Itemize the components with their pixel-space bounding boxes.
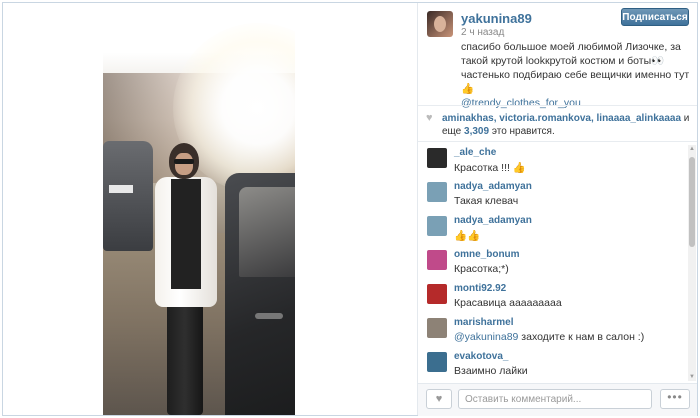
photo-car-window bbox=[239, 187, 295, 277]
comment-item: nadya_adamyan 👍👍 bbox=[418, 212, 686, 246]
comment-username[interactable]: monti92.92 bbox=[454, 283, 506, 294]
comment-username[interactable]: _ale_che bbox=[454, 147, 496, 158]
comment-text: Красотка !!! 👍 bbox=[454, 162, 526, 174]
likes-summary: ♥ aminakhas, victoria.romankova, linaaaa… bbox=[418, 108, 697, 138]
username-link[interactable]: yakunina89 bbox=[461, 11, 532, 26]
photo-area bbox=[3, 3, 416, 415]
photo-woman-face bbox=[175, 153, 193, 175]
scroll-down-icon[interactable]: ▼ bbox=[688, 373, 696, 381]
more-options-button[interactable]: ••• bbox=[660, 389, 690, 409]
comments-list: _ale_che Красотка !!! 👍 nadya_adamyan Такая… bbox=[418, 144, 686, 382]
post-caption: спасибо большое моей любимой Лизочке, за… bbox=[461, 40, 691, 110]
comment-text: 👍👍 bbox=[454, 230, 481, 242]
likes-users[interactable]: aminakhas, victoria.romankova, linaaaa_a… bbox=[442, 113, 681, 124]
comment-item: monti92.92 Красавица ааааааааа bbox=[418, 280, 686, 314]
post-header: yakunina89 Подписаться 2 ч назад спасибо… bbox=[418, 3, 697, 109]
comment-username[interactable]: nadya_adamyan bbox=[454, 215, 532, 226]
photo-car-right bbox=[225, 173, 295, 415]
comment-text: Взаимно лайки bbox=[454, 365, 528, 377]
comment-avatar[interactable] bbox=[427, 284, 447, 304]
comment-mention-link[interactable]: @yakunina89 bbox=[454, 331, 518, 343]
comment-avatar[interactable] bbox=[427, 318, 447, 338]
comment-input[interactable] bbox=[458, 389, 652, 409]
comment-username[interactable]: evakotova_ bbox=[454, 351, 508, 362]
comment-text: Красотка;*) bbox=[454, 263, 509, 275]
comment-item: marisharmel @yakunina89 заходите к нам в … bbox=[418, 314, 686, 348]
comment-avatar[interactable] bbox=[427, 182, 447, 202]
photo-woman bbox=[149, 143, 221, 415]
photo-car-handle bbox=[255, 313, 283, 319]
comment-username[interactable]: omne_bonum bbox=[454, 249, 520, 260]
comment-avatar[interactable] bbox=[427, 352, 447, 372]
comment-avatar[interactable] bbox=[427, 250, 447, 270]
photo-car-plate bbox=[109, 185, 133, 193]
comment-text: Красавица ааааааааа bbox=[454, 297, 562, 309]
likes-count[interactable]: 3,309 bbox=[464, 126, 489, 137]
divider bbox=[418, 105, 697, 106]
like-button[interactable]: ♥ bbox=[426, 389, 452, 409]
comment-avatar[interactable] bbox=[427, 216, 447, 236]
heart-icon: ♥ bbox=[426, 112, 433, 124]
caption-text: спасибо большое моей любимой Лизочке, за… bbox=[461, 41, 690, 95]
likes-text: aminakhas, victoria.romankova, linaaaa_a… bbox=[442, 112, 692, 138]
post-time: 2 ч назад bbox=[461, 27, 505, 38]
comment-text: Такая клевач bbox=[454, 195, 519, 207]
comment-item: _ale_che Красотка !!! 👍 bbox=[418, 144, 686, 178]
follow-button[interactable]: Подписаться bbox=[621, 8, 689, 26]
photo-woman-glasses bbox=[174, 159, 194, 164]
photo-woman-legs bbox=[167, 303, 203, 415]
comment-username[interactable]: marisharmel bbox=[454, 317, 513, 328]
scroll-up-icon[interactable]: ▲ bbox=[688, 145, 696, 153]
photo-car-left bbox=[103, 141, 153, 251]
comment-item: evakotova_ Взаимно лайки bbox=[418, 348, 686, 382]
comment-text: @yakunina89 заходите к нам в салон :) bbox=[454, 331, 644, 343]
comment-username[interactable]: nadya_adamyan bbox=[454, 181, 532, 192]
post-sidebar: yakunina89 Подписаться 2 ч назад спасибо… bbox=[417, 3, 697, 416]
comment-footer: ♥ ••• bbox=[418, 383, 697, 416]
avatar[interactable] bbox=[427, 11, 453, 37]
heart-icon: ♥ bbox=[435, 393, 443, 405]
comments-scrollbar[interactable]: ▲ ▼ bbox=[688, 145, 696, 381]
comment-item: omne_bonum Красотка;*) bbox=[418, 246, 686, 280]
comment-text-rest: заходите к нам в салон :) bbox=[518, 331, 645, 343]
divider bbox=[418, 141, 697, 142]
comment-avatar[interactable] bbox=[427, 148, 447, 168]
scrollbar-thumb[interactable] bbox=[689, 157, 695, 247]
comment-item: nadya_adamyan Такая клевач bbox=[418, 178, 686, 212]
post-photo[interactable] bbox=[103, 3, 295, 415]
likes-suffix-2: это нравится. bbox=[489, 126, 555, 137]
photo-woman-shirt bbox=[171, 179, 201, 289]
